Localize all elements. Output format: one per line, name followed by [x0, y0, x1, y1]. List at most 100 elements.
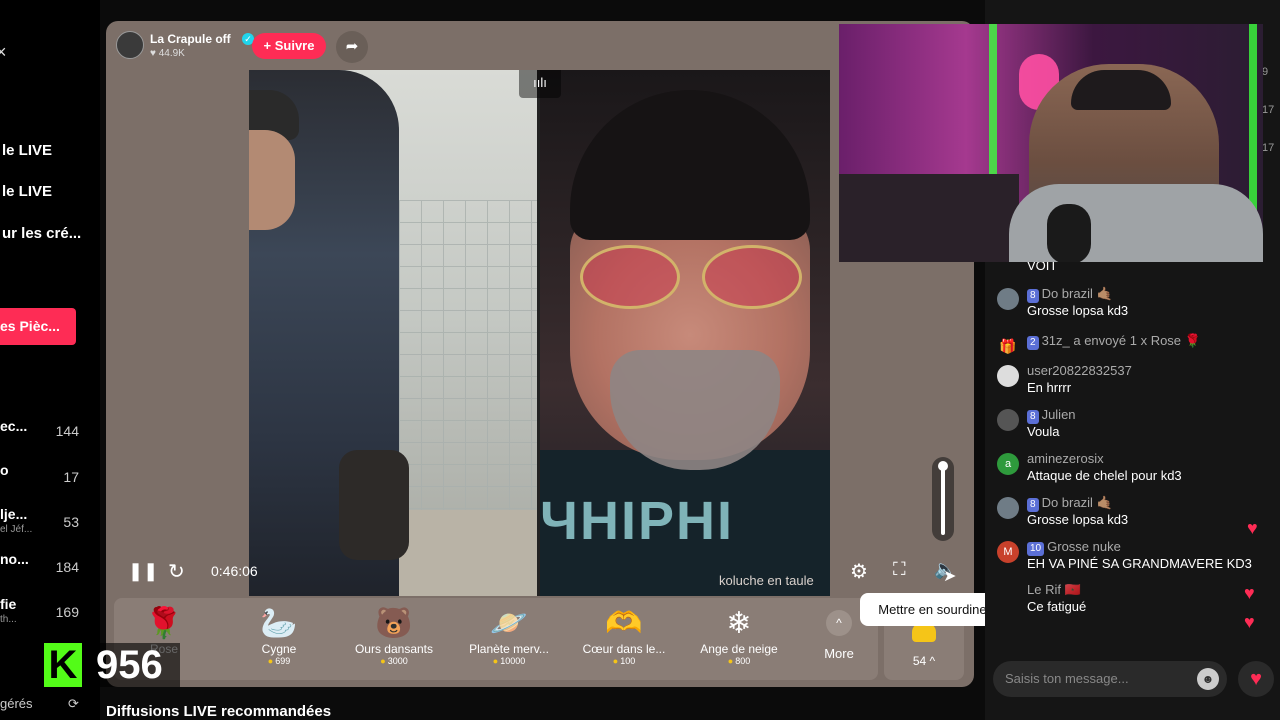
chat-text: En hrrrr — [1027, 380, 1072, 395]
sidebar-link-live-2[interactable]: le LIVE — [2, 183, 52, 200]
live-row-viewers: 53 — [63, 514, 79, 530]
gift-item[interactable]: 🦢 Cygne 699 — [224, 606, 334, 678]
host-name[interactable]: La Crapule off — [150, 32, 231, 46]
gift-name: Cygne — [261, 642, 297, 656]
webcam-overlay — [839, 24, 1263, 262]
pause-icon[interactable]: ❚❚ — [128, 561, 158, 582]
guest-name: koluche en taule — [719, 573, 814, 588]
gift-item[interactable]: ❄ Ange de neige 800 — [684, 606, 794, 678]
chat-text: Attaque de chelel pour kd3 — [1027, 468, 1182, 483]
floating-heart-icon: ♥ — [1247, 518, 1258, 538]
live-row-name: o — [0, 462, 9, 478]
sidebar-coins-button[interactable]: es Pièc... — [0, 308, 76, 345]
like-icon[interactable]: ♥ — [1238, 661, 1274, 697]
planet-icon: 🪐 — [490, 607, 528, 640]
user-avatar[interactable]: a — [997, 453, 1019, 475]
live-row-name: no... — [0, 551, 29, 567]
gift-price: 3000 — [339, 656, 449, 666]
gift-name: Cœur dans le... — [582, 642, 666, 656]
user-avatar[interactable] — [997, 497, 1019, 519]
live-row-subtitle: th... — [0, 614, 17, 625]
gift-name: Planète merv... — [469, 642, 549, 656]
fullscreen-icon[interactable]: ⛶ — [893, 559, 906, 580]
user-avatar[interactable] — [997, 288, 1019, 310]
recommended-heading: Diffusions LIVE recommandées — [106, 703, 332, 720]
chat-text: Grosse lopsa kd3 — [1027, 303, 1129, 318]
sound-bars-icon: ıılı — [519, 70, 561, 98]
chat-text: EH VA PINÉ SA GRANDMAVERE KD3 — [1027, 556, 1252, 571]
settings-icon[interactable]: ⚙ — [850, 559, 868, 584]
live-row-viewers: 17 — [63, 469, 79, 485]
emoji-icon[interactable]: ☻ — [1197, 668, 1219, 690]
gift-name: Ange de neige — [700, 642, 778, 656]
live-row-name: ec... — [0, 418, 28, 434]
level-badge: 10 — [1027, 542, 1045, 556]
coins-count: 54 ^ — [912, 654, 936, 668]
volume-slider[interactable] — [932, 457, 954, 541]
chat-username[interactable]: Do brazil 🤙🏽 — [1042, 495, 1113, 510]
chat-username[interactable]: aminezerosix — [1027, 451, 1104, 466]
live-row-subtitle: el Jéf... — [0, 524, 33, 535]
video-stream[interactable]: ЧНІРНІ ıılı koluche en taule — [249, 70, 830, 596]
gift-price: 800 — [684, 656, 794, 666]
floating-heart-icon: ♥ — [1244, 612, 1255, 632]
gift-bar: 🌹 Rose 🦢 Cygne 699 🐻 Ours dansants 3000 … — [114, 598, 878, 680]
swan-icon: 🦢 — [260, 607, 298, 640]
sidebar-live-row[interactable]: ec... 144 — [0, 418, 86, 458]
sidebar-live-row[interactable]: fie th... 169 — [0, 596, 86, 636]
gift-item[interactable]: 🫶 Cœur dans le... 100 — [569, 606, 679, 678]
gift-item[interactable]: 🐻 Ours dansants 3000 — [339, 606, 449, 678]
gift-item[interactable]: 🪐 Planète merv... 10000 — [454, 606, 564, 678]
close-icon[interactable]: × — [0, 42, 7, 63]
snow-angel-icon: ❄ — [726, 607, 752, 640]
chat-text: Ce fatigué — [1027, 599, 1087, 614]
video-right-panel: ЧНІРНІ — [540, 70, 830, 596]
level-badge: 8 — [1027, 289, 1039, 303]
chat-input[interactable]: Saisis ton message... ☻ — [993, 661, 1227, 697]
sidebar-managed-label: gérés — [0, 696, 33, 711]
volume-knob[interactable] — [938, 461, 948, 471]
chat-username[interactable]: Le Rif 🇲🇦 — [1027, 582, 1081, 597]
live-row-viewers: 184 — [55, 559, 79, 575]
refresh-icon[interactable]: ⟳ — [68, 696, 79, 712]
shirt-text: ЧНІРНІ — [540, 491, 734, 551]
kick-viewer-count: 956 — [96, 643, 163, 687]
rose-icon: 🌹 — [145, 607, 183, 640]
sidebar-live-row[interactable]: no... 184 — [0, 551, 86, 591]
more-label: More — [824, 646, 854, 661]
chat-username[interactable]: Do brazil 🤙🏽 — [1042, 286, 1113, 301]
sidebar-link-creators[interactable]: ur les cré... — [2, 225, 81, 242]
reload-icon[interactable]: ↻ — [168, 559, 185, 584]
user-avatar[interactable] — [997, 409, 1019, 431]
level-badge: 2 — [1027, 336, 1039, 350]
user-avatar[interactable]: M — [997, 541, 1019, 563]
heart-hands-icon: 🫶 — [605, 607, 643, 640]
tiktok-live-page: × le LIVE le LIVE ur les cré... es Pièc.… — [0, 0, 1280, 720]
chat-username[interactable]: 31z_ a envoyé 1 x Rose 🌹 — [1042, 333, 1201, 348]
user-avatar[interactable] — [997, 365, 1019, 387]
chat-text: Voula — [1027, 424, 1060, 439]
sidebar-link-live-1[interactable]: le LIVE — [2, 142, 52, 159]
sidebar-live-row[interactable]: lje... el Jéf... 53 — [0, 506, 86, 546]
more-gifts-button[interactable]: ^ More — [814, 610, 864, 670]
live-row-viewers: 144 — [55, 423, 79, 439]
video-left-panel — [249, 70, 537, 596]
cursor-icon: ➤ — [943, 568, 957, 585]
chevron-up-icon: ^ — [826, 610, 852, 636]
live-row-name: lje... — [0, 506, 28, 522]
chat-text: Grosse lopsa kd3 — [1027, 512, 1129, 527]
elapsed-time: 0:46:06 — [211, 563, 258, 579]
host-likes: ♥ 44.9K — [150, 48, 185, 59]
host-avatar[interactable] — [116, 31, 144, 59]
chat-username[interactable]: Grosse nuke — [1047, 539, 1121, 554]
chat-username[interactable]: user20822832537 — [1027, 363, 1132, 378]
follow-button[interactable]: + Suivre — [252, 33, 326, 59]
microphone-icon — [1047, 204, 1091, 262]
kick-badge: K 956 — [42, 643, 180, 687]
floating-heart-icon: ♥ — [1244, 583, 1255, 603]
live-row-name: fie — [0, 596, 17, 612]
share-icon[interactable]: ➦ — [336, 31, 368, 63]
sidebar-live-row[interactable]: o 17 — [0, 462, 86, 502]
gift-icon: 🎁 — [999, 338, 1017, 354]
chat-username[interactable]: Julien — [1042, 407, 1076, 422]
